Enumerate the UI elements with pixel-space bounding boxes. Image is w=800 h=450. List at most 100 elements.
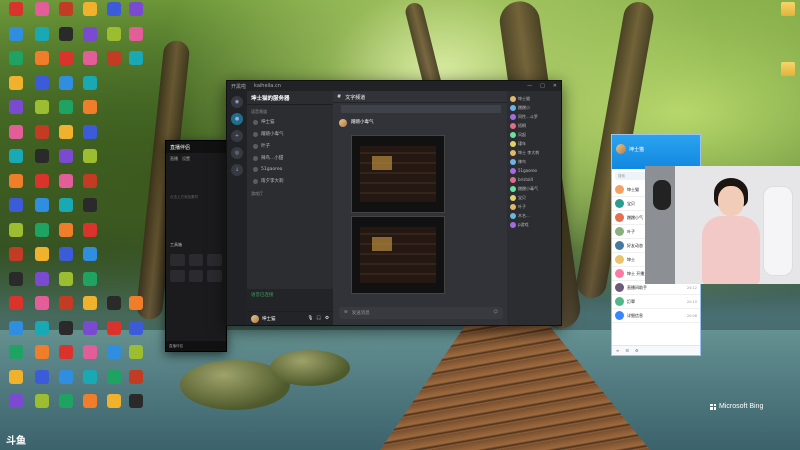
chat-app-window: 开黑啦 kaiheila.cn — □ ✕ ◉ ● + ◎ ↓ 坤士猫的服务器 … [226,80,562,326]
desktop-shortcut-icon[interactable] [102,51,126,79]
member-name: 坤士猫 [518,95,530,101]
member-name: 梧桐 [518,122,526,128]
desktop-shortcut-icon[interactable] [4,394,28,422]
channel-item[interactable]: 51gaoreo [247,164,333,175]
emoji-icon[interactable]: ☺ [493,310,498,316]
member-name: 坤士 李大刺 [518,149,540,155]
channel-item[interactable]: 蹭蹭小毒气 [247,128,333,140]
member-item[interactable]: 宝贝 [507,193,561,202]
contact-time: 20:12 [686,285,697,290]
desktop-shortcut-icon[interactable] [124,51,148,79]
message-image[interactable] [351,216,445,294]
contact-name: 蹭蹭小气 [627,214,643,220]
avatar [615,185,624,194]
member-item[interactable]: 叶子 [507,202,561,211]
add-server-icon[interactable]: + [231,130,243,142]
add-attachment-icon[interactable]: ⊕ [344,310,348,316]
member-item[interactable]: 51gaoreo [507,166,561,175]
rock [270,350,350,386]
message-image[interactable] [351,135,445,213]
tab-settings[interactable]: 设置 [182,156,190,162]
minimize-icon[interactable]: — [527,83,532,89]
desktop-shortcut-icon[interactable] [30,394,54,422]
desktop-shortcut-icon[interactable] [78,394,102,422]
tool-button[interactable] [170,254,185,266]
qq-bottom-bar: ≡ ☰ ⚙ [612,345,700,355]
desktop-shortcut-icon[interactable] [102,394,126,422]
bing-watermark: Microsoft Bing [710,403,763,410]
contact-name: 宝贝 [627,200,635,206]
tool-button[interactable] [207,254,222,266]
message-author[interactable]: 蹭蹭小毒气 [351,119,374,127]
avatar [510,194,516,201]
member-item[interactable]: 风起 [507,130,561,139]
member-item[interactable]: 坤士 李大刺 [507,148,561,157]
member-item[interactable]: 蹭蹭小毒气 [507,184,561,193]
channel-list: 坤士猫的服务器 语音频道 坤士猫 蹭蹭小毒气 叶子 辣鸟...小甜 51gaor… [247,91,333,325]
channel-item[interactable]: 辣鸟...小甜 [247,152,333,164]
stream-window-title: 直播伴侣 [166,141,226,153]
member-item[interactable]: 瑾年 [507,139,561,148]
voice-connection-panel: 语音已连接 [247,289,333,311]
mic-icon[interactable]: 🎙 [308,316,314,321]
server-icon[interactable]: ● [231,113,243,125]
member-name: 风起 [518,131,526,137]
desktop-shortcut-icon[interactable] [54,394,78,422]
tool-button[interactable] [188,270,204,282]
member-name: 同性...斗罗 [518,113,538,119]
member-item[interactable]: 蹭蹭小 [507,103,561,112]
empty-source-hint: 点击上方添加素材 [170,195,198,199]
avatar[interactable] [616,144,626,154]
avatar [615,213,624,222]
member-item[interactable]: bristol4 [507,175,561,184]
username: 坤士猫 [262,316,276,322]
chat-header: # 文字频道 [333,91,509,103]
avatar[interactable] [339,119,347,127]
channel-item[interactable]: 坤士猫 [247,116,333,128]
tool-button[interactable] [188,254,204,266]
member-item[interactable]: 辣鸟 [507,157,561,166]
member-list: 坤士猫蹭蹭小 同性...斗罗 梧桐风起瑾年坤士 李大刺辣鸟 51gaoreo brist… [507,91,561,325]
contact-row[interactable]: 详细信息 20:08 [612,309,700,323]
desktop-folder-icon[interactable] [776,2,800,30]
member-name: 瑾年 [518,140,526,146]
stream-assistant-window: 直播伴侣 直播 设置 点击上方添加素材 工具箱 直播伴侣 [165,140,227,352]
member-name: 木名... [518,212,530,218]
tool-button[interactable] [207,270,222,282]
gear-icon[interactable]: ⚙ [325,316,329,321]
avatar [510,221,516,228]
contacts-icon[interactable]: ☰ [625,348,629,353]
user-bar: 坤士猫 🎙 🎧 ⚙ [247,311,333,325]
tab-live[interactable]: 直播 [170,156,178,162]
contact-row[interactable]: 訂單 20:10 [612,295,700,309]
headset-icon[interactable]: 🎧 [316,316,322,321]
stream-footer: 直播伴侣 [166,341,226,351]
avatar [615,283,624,292]
member-name: 叶子 [518,203,526,209]
contact-time: 20:08 [686,313,697,318]
member-item[interactable]: 坤士猫 [507,94,561,103]
download-icon[interactable]: ↓ [231,164,243,176]
microphone [653,180,671,210]
desktop-shortcut-icon[interactable] [124,394,148,422]
message-input[interactable]: ⊕ 发送消息 ☺ [339,307,503,319]
member-item[interactable]: 木名... [507,211,561,220]
channel-item[interactable]: 雨夕李大刺 [247,175,333,187]
tool-button[interactable] [170,270,185,282]
member-item[interactable]: 同性...斗罗 [507,112,561,121]
maximize-icon[interactable]: □ [540,83,545,89]
member-item[interactable]: p游戏 [507,220,561,229]
home-icon[interactable]: ◉ [231,96,243,108]
channel-category: 语音频道 [251,109,267,114]
explore-icon[interactable]: ◎ [231,147,243,159]
member-item[interactable]: 梧桐 [507,121,561,130]
channel-item[interactable]: 叶子 [247,140,333,152]
settings-icon[interactable]: ⚙ [635,348,639,353]
menu-icon[interactable]: ≡ [616,348,619,353]
avatar[interactable] [251,314,259,323]
server-name[interactable]: 坤士猫的服务器 [247,91,333,105]
close-icon[interactable]: ✕ [553,83,557,89]
desktop-folder-icon[interactable] [776,62,800,90]
member-name: bristol4 [518,177,534,182]
qq-header: 坤士猫 [612,135,700,169]
